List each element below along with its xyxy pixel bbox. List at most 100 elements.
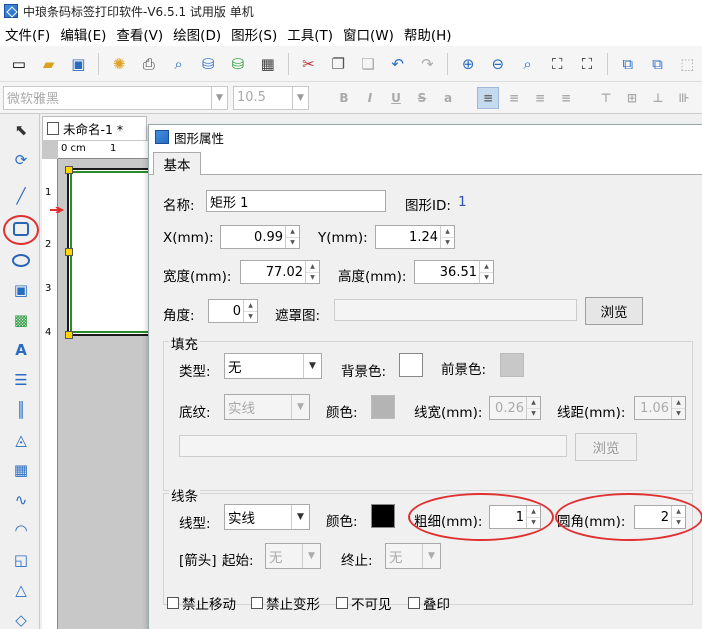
new-window-icon[interactable]: ▭ xyxy=(7,52,31,76)
chevron-down-icon[interactable]: ▼ xyxy=(291,505,309,529)
underline-icon[interactable]: U xyxy=(385,87,407,109)
text-tool-icon[interactable]: A xyxy=(9,338,33,362)
paste-icon[interactable]: ❏ xyxy=(356,52,380,76)
chevron-up-icon[interactable]: ▲ xyxy=(527,397,540,408)
zoom-icon[interactable]: ⌕ xyxy=(516,52,540,76)
font-size-select[interactable]: 10.5 ▼ xyxy=(233,85,309,110)
chevron-down-icon[interactable]: ▼ xyxy=(527,407,540,420)
arrow-start-select[interactable]: 无 ▼ xyxy=(265,543,321,569)
chevron-down-icon[interactable]: ▼ xyxy=(480,271,493,284)
select-all-icon[interactable]: ⬚ xyxy=(675,52,699,76)
chevron-down-icon[interactable]: ▼ xyxy=(302,544,320,568)
align-center-icon[interactable]: ≡ xyxy=(503,87,525,109)
chevron-up-icon[interactable]: ▲ xyxy=(672,397,685,408)
picture-tool-icon[interactable]: ▩ xyxy=(9,308,33,332)
mask-browse-button[interactable]: 浏览 xyxy=(585,297,643,325)
copy-icon[interactable]: ❐ xyxy=(326,52,350,76)
menu-edit[interactable]: 编辑(E) xyxy=(55,24,111,44)
fill-image-field[interactable] xyxy=(179,435,567,457)
pattern-color-swatch[interactable] xyxy=(371,395,395,419)
angle-stepper[interactable]: 0 ▲ ▼ xyxy=(208,299,258,323)
menu-help[interactable]: 帮助(H) xyxy=(399,24,457,44)
group-icon[interactable]: ⧉ xyxy=(616,52,640,76)
height-stepper[interactable]: 36.51 ▲ ▼ xyxy=(414,260,494,284)
arc-tool-icon[interactable]: ◠ xyxy=(9,518,33,542)
stepper-arrows[interactable]: ▲ ▼ xyxy=(243,300,257,322)
chevron-down-icon[interactable]: ▼ xyxy=(303,354,321,378)
chevron-down-icon[interactable]: ▼ xyxy=(306,271,319,284)
fill-browse-button[interactable]: 浏览 xyxy=(575,433,637,461)
line-tool-icon[interactable]: ╱ xyxy=(9,184,33,208)
ellipse-tool-icon[interactable] xyxy=(9,248,33,272)
rich-text-tool-icon[interactable]: ☰ xyxy=(9,368,33,392)
image-tool-icon[interactable]: ▣ xyxy=(9,278,33,302)
menu-window[interactable]: 窗口(W) xyxy=(338,24,399,44)
line-width-stepper[interactable]: 0.26 ▲ ▼ xyxy=(489,396,541,420)
chevron-down-icon[interactable]: ▼ xyxy=(292,86,308,109)
font-family-select[interactable]: 微软雅黑 ▼ xyxy=(3,85,228,110)
triangle-shape-icon[interactable]: ◬ xyxy=(9,428,33,452)
zoom-out-icon[interactable]: ⊖ xyxy=(486,52,510,76)
resize-handle[interactable] xyxy=(65,166,73,174)
undo-icon[interactable]: ↶ xyxy=(386,52,410,76)
chevron-down-icon[interactable]: ▼ xyxy=(244,310,257,323)
resize-handle[interactable] xyxy=(65,248,73,256)
chevron-down-icon[interactable]: ▼ xyxy=(291,395,309,419)
database-icon[interactable]: ⛁ xyxy=(196,52,220,76)
align-middle-icon[interactable]: ⊞ xyxy=(621,87,643,109)
cut-icon[interactable]: ✂ xyxy=(297,52,321,76)
align-justify-icon[interactable]: ≡ xyxy=(555,87,577,109)
redo-icon[interactable]: ↷ xyxy=(416,52,440,76)
lock-resize-checkbox[interactable]: 禁止变形 xyxy=(251,593,320,613)
name-field[interactable]: 矩形 1 xyxy=(206,190,386,212)
resize-handle[interactable] xyxy=(65,331,73,339)
invisible-checkbox[interactable]: 不可见 xyxy=(336,593,392,613)
tab-basic[interactable]: 基本 xyxy=(153,152,201,176)
width-stepper[interactable]: 77.02 ▲ ▼ xyxy=(240,260,320,284)
print-icon[interactable]: ⎙ xyxy=(137,52,161,76)
chevron-down-icon[interactable]: ▼ xyxy=(286,236,299,249)
stepper-arrows[interactable]: ▲ ▼ xyxy=(285,226,299,248)
fill-fg-color-swatch[interactable] xyxy=(500,353,524,377)
zoom-in-icon[interactable]: ⊕ xyxy=(456,52,480,76)
settings-gear-icon[interactable]: ✺ xyxy=(107,52,131,76)
pattern-select[interactable]: 实线 ▼ xyxy=(224,394,310,420)
font-settings-icon[interactable]: a xyxy=(437,87,459,109)
overprint-checkbox[interactable]: 叠印 xyxy=(408,593,450,613)
mask-image-field[interactable] xyxy=(334,299,577,321)
arrow-end-select[interactable]: 无 ▼ xyxy=(385,543,441,569)
diamond-tool-icon[interactable]: ◇ xyxy=(9,608,33,629)
print-preview-icon[interactable]: ⌕ xyxy=(167,52,191,76)
align-left-icon[interactable]: ≡ xyxy=(477,86,499,109)
stepper-arrows[interactable]: ▲ ▼ xyxy=(305,261,319,283)
rotate-icon[interactable]: ⟳ xyxy=(9,148,33,172)
chevron-down-icon[interactable]: ▼ xyxy=(211,86,227,109)
fit-width-icon[interactable]: ⛶ xyxy=(575,52,599,76)
x-stepper[interactable]: 0.99 ▲ ▼ xyxy=(220,225,300,249)
rectangle-shape[interactable] xyxy=(70,171,150,333)
menu-tools[interactable]: 工具(T) xyxy=(282,24,338,44)
stepper-arrows[interactable]: ▲ ▼ xyxy=(671,397,685,419)
fill-type-select[interactable]: 无 ▼ xyxy=(224,353,322,379)
line-spacing-stepper[interactable]: 1.06 ▲ ▼ xyxy=(634,396,686,420)
chevron-down-icon[interactable]: ▼ xyxy=(672,407,685,420)
curve-tool-icon[interactable]: ∿ xyxy=(9,488,33,512)
checkbox-box[interactable] xyxy=(336,597,348,609)
chevron-up-icon[interactable]: ▲ xyxy=(286,226,299,237)
polygon-tool-icon[interactable]: ◱ xyxy=(9,548,33,572)
checkbox-box[interactable] xyxy=(251,597,263,609)
open-folder-icon[interactable]: ▰ xyxy=(37,52,61,76)
align-top-icon[interactable]: ⊤ xyxy=(595,87,617,109)
chevron-up-icon[interactable]: ▲ xyxy=(441,226,454,237)
line-type-select[interactable]: 实线 ▼ xyxy=(224,504,310,530)
lock-move-checkbox[interactable]: 禁止移动 xyxy=(167,593,236,613)
menu-shape[interactable]: 图形(S) xyxy=(226,24,282,44)
chevron-down-icon[interactable]: ▼ xyxy=(441,236,454,249)
barcode-tool-icon[interactable]: ║ xyxy=(9,398,33,422)
qrcode-tool-icon[interactable]: ▦ xyxy=(9,458,33,482)
y-stepper[interactable]: 1.24 ▲ ▼ xyxy=(375,225,455,249)
ungroup-icon[interactable]: ⧉ xyxy=(646,52,670,76)
checkbox-box[interactable] xyxy=(408,597,420,609)
align-bottom-icon[interactable]: ⊥ xyxy=(647,87,669,109)
save-icon[interactable]: ▣ xyxy=(66,52,90,76)
